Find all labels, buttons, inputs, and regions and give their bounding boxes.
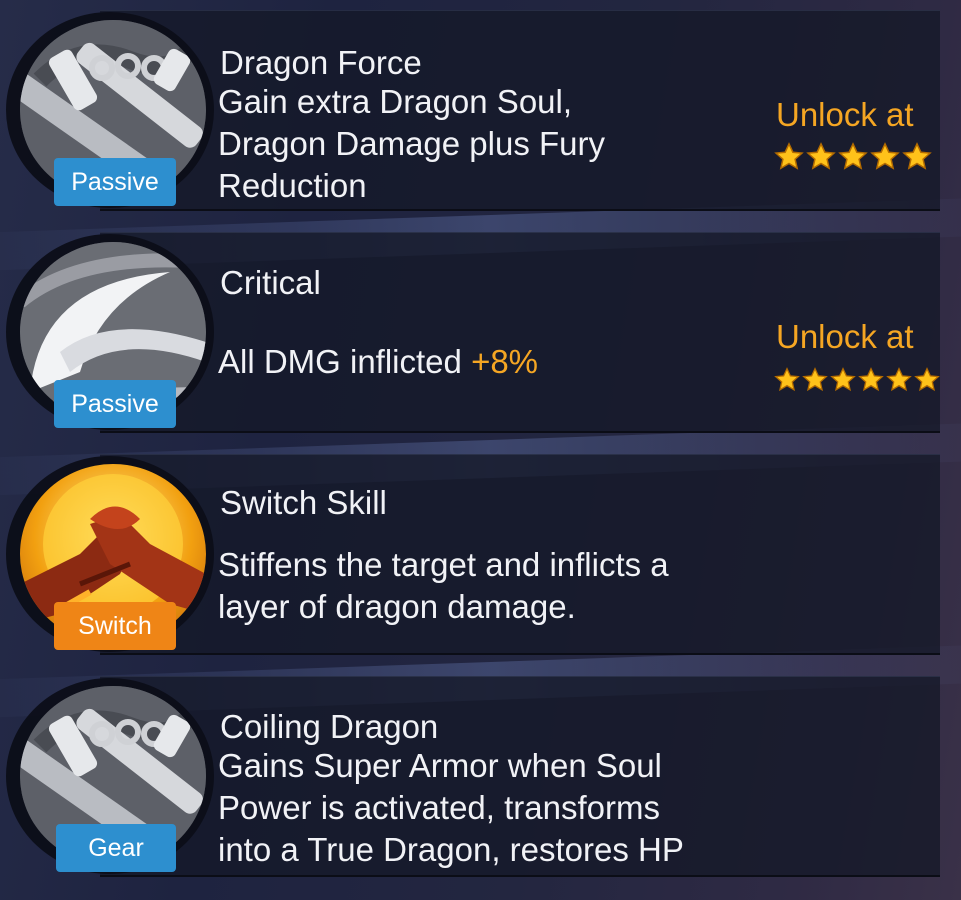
skill-row-switch-skill[interactable]: Switch Switch Skill Stiffens the target …	[0, 448, 961, 658]
description-line: Gain extra Dragon Soul,	[218, 83, 573, 120]
skill-title: Coiling Dragon	[220, 708, 439, 745]
star-icon	[838, 142, 868, 170]
switch-tag: Switch	[54, 602, 176, 650]
star-icon	[774, 367, 800, 392]
skill-row-dragon-force[interactable]: Passive Dragon Force Gain extra Dragon S…	[0, 4, 961, 214]
unlock-label: Unlock at	[776, 318, 914, 355]
description-text: All DMG inflicted	[218, 343, 462, 380]
passive-tag: Passive	[54, 158, 176, 206]
star-icon	[806, 142, 836, 170]
skill-title: Critical	[220, 264, 321, 301]
skill-title: Switch Skill	[220, 484, 387, 521]
star-icon	[886, 367, 912, 392]
description-line: Reduction	[218, 167, 367, 204]
star-icon	[914, 367, 940, 392]
skill-row-coiling-dragon[interactable]: Gear Coiling Dragon Gains Super Armor wh…	[0, 670, 961, 880]
star-icon	[870, 142, 900, 170]
description-line: Power is activated, transforms	[218, 789, 660, 826]
skill-title: Dragon Force	[220, 44, 422, 81]
skill-description: All DMG inflicted +8%	[218, 341, 758, 383]
description-line: Stiffens the target and inflicts a	[218, 546, 669, 583]
description-line: layer of dragon damage.	[218, 588, 576, 625]
skill-description: Stiffens the target and inflicts a layer…	[218, 544, 758, 628]
skill-row-critical[interactable]: Passive Critical All DMG inflicted +8% U…	[0, 226, 961, 436]
description-line: Dragon Damage plus Fury	[218, 125, 606, 162]
star-icon	[858, 367, 884, 392]
star-icon	[902, 142, 932, 170]
stat-bonus: +8%	[471, 343, 539, 380]
skill-description: Gains Super Armor when Soul Power is act…	[218, 745, 758, 871]
star-icon	[802, 367, 828, 392]
star-rating	[774, 142, 932, 172]
star-rating	[774, 366, 940, 394]
star-icon	[830, 367, 856, 392]
gear-tag: Gear	[56, 824, 176, 872]
unlock-label: Unlock at	[776, 96, 914, 133]
passive-tag: Passive	[54, 380, 176, 428]
description-line: Gains Super Armor when Soul	[218, 747, 662, 784]
star-icon	[774, 142, 804, 170]
description-line: into a True Dragon, restores HP	[218, 831, 684, 868]
skill-description: Gain extra Dragon Soul, Dragon Damage pl…	[218, 81, 758, 207]
